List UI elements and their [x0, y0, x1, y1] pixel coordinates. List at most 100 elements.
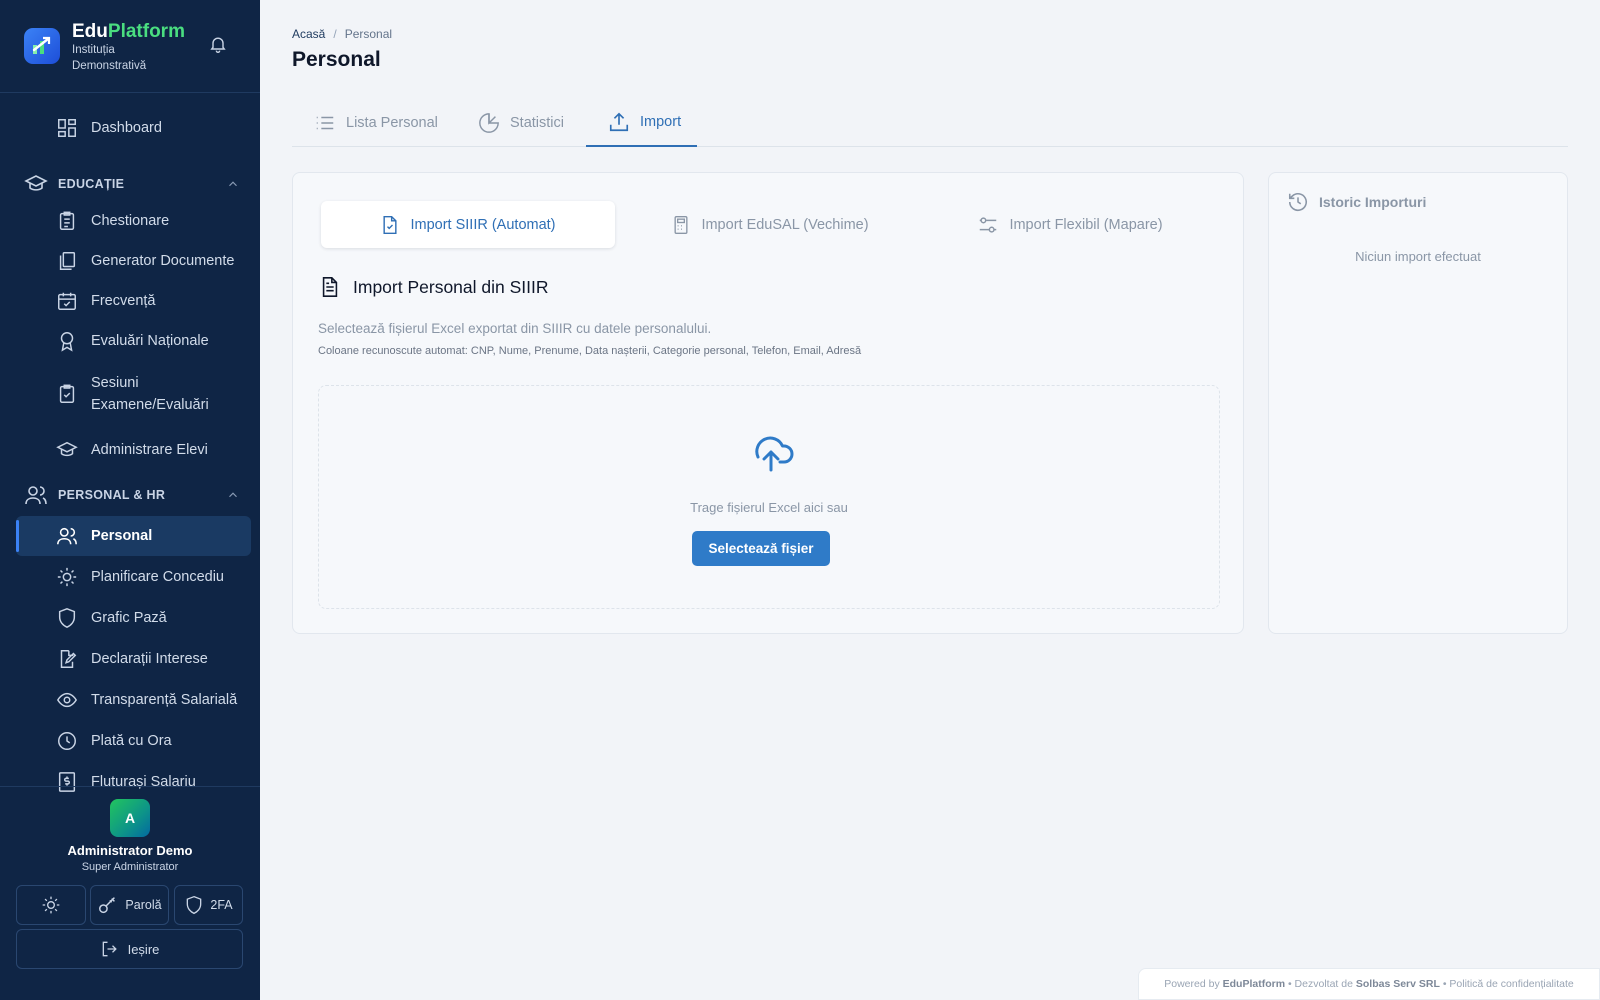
eye-icon [56, 692, 78, 708]
graduation-cap-icon [24, 175, 48, 191]
sidebar-item-declaratii-interese[interactable]: Declarații Interese [16, 639, 251, 679]
user-role: Super Administrator [81, 861, 179, 873]
user-panel: A Administrator Demo Super Administrator… [0, 786, 260, 1000]
subtab-label: Import SIIIR (Automat) [410, 216, 556, 233]
clipboard-icon [59, 211, 75, 230]
logout-button[interactable]: Ieșire [16, 929, 243, 969]
documents-icon [59, 252, 76, 270]
clipboard-check-icon [59, 384, 75, 403]
breadcrumb-home-link[interactable]: Acasă [292, 27, 325, 41]
dashboard-grid-icon [58, 119, 76, 137]
sun-icon [42, 896, 60, 914]
calendar-check-icon [58, 292, 76, 310]
import-history-card: Istoric Importuri Niciun import efectuat [1268, 172, 1568, 634]
sidebar-item-label: Dashboard [91, 120, 162, 136]
tab-label: Lista Personal [346, 115, 438, 131]
tab-bar: Lista Personal Statistici Import [292, 99, 1568, 147]
subtab-import-siiir[interactable]: Import SIIIR (Automat) [321, 201, 615, 248]
sidebar-item-label: Administrare Elevi [91, 442, 208, 458]
password-label: Parolă [125, 898, 162, 912]
sidebar-item-grafic-paza[interactable]: Grafic Pază [16, 598, 251, 638]
brand-name: EduPlatform [72, 21, 185, 42]
sidebar-item-dashboard[interactable]: Dashboard [16, 108, 251, 148]
sidebar-item-administrare-elevi[interactable]: Administrare Elevi [16, 430, 251, 470]
breadcrumb: Acasă / Personal [292, 27, 392, 41]
tab-lista-personal[interactable]: Lista Personal [314, 99, 444, 147]
page-title: Personal [292, 48, 381, 71]
users-icon [25, 486, 47, 505]
user-name: Administrator Demo [67, 843, 193, 858]
sidebar-item-generator-documente[interactable]: Generator Documente [16, 241, 251, 281]
subtab-import-flexibil[interactable]: Import Flexibil (Mapare) [923, 201, 1217, 248]
sidebar-item-label: Generator Documente [91, 253, 235, 269]
clock-icon [58, 732, 76, 750]
file-dropzone[interactable]: Trage fișierul Excel aici sau Selectează… [318, 385, 1220, 609]
recognized-columns-hint: Coloane recunoscute automat: CNP, Nume, … [318, 345, 862, 357]
import-description: Selectează fișierul Excel exportat din S… [318, 321, 712, 336]
logout-icon [102, 941, 117, 957]
section-label: PERSONAL & HR [58, 488, 166, 502]
subtab-import-edusal[interactable]: Import EduSAL (Vechime) [623, 201, 917, 248]
sidebar-section-education[interactable]: EDUCAȚIE [24, 169, 240, 199]
chevron-up-icon[interactable] [226, 177, 240, 191]
footer: Powered by EduPlatform • Dezvoltat de So… [1138, 968, 1600, 1000]
twofa-label: 2FA [210, 898, 233, 912]
sidebar-item-chestionare[interactable]: Chestionare [16, 201, 251, 241]
pie-chart-icon [479, 113, 499, 133]
sidebar-item-frecventa[interactable]: Frecvență [16, 281, 251, 321]
sidebar-item-planificare-concediu[interactable]: Planificare Concediu [16, 557, 251, 597]
shield-icon [58, 608, 76, 628]
brand-logo-icon[interactable] [24, 28, 60, 64]
footer-platform: EduPlatform [1222, 978, 1286, 990]
breadcrumb-current: Personal [344, 27, 393, 41]
sidebar-item-label: Personal [91, 528, 153, 544]
avatar[interactable]: A [110, 799, 150, 837]
sidebar-item-personal[interactable]: Personal [16, 516, 251, 556]
sidebar-item-label: Evaluări Naționale [91, 333, 209, 349]
import-title-text: Import Personal din SIIIR [353, 276, 549, 297]
edit-document-icon [60, 650, 77, 668]
subtab-label: Import Flexibil (Mapare) [1009, 216, 1163, 233]
sidebar-item-plata-cu-ora[interactable]: Plată cu Ora [16, 721, 251, 761]
footer-powered: Powered by [1164, 978, 1220, 990]
breadcrumb-separator: / [333, 27, 337, 41]
brand-header: EduPlatform Instituția Demonstrativă [0, 0, 260, 93]
sidebar-item-label: Transparență Salarială [91, 692, 238, 708]
sidebar-item-label: Sesiuni Examene/Evaluări [91, 375, 209, 413]
history-icon [1288, 193, 1308, 211]
sun-icon [57, 567, 77, 587]
sidebar-item-sesiuni-examene[interactable]: Sesiuni Examene/Evaluări [16, 370, 251, 418]
chevron-up-icon[interactable] [226, 488, 240, 502]
calculator-icon [674, 215, 688, 234]
tab-statistici[interactable]: Statistici [478, 99, 578, 147]
import-card: Import SIIIR (Automat) Import EduSAL (Ve… [292, 172, 1244, 634]
password-button[interactable]: Parolă [90, 885, 169, 925]
document-text-icon [322, 277, 338, 297]
sidebar-section-personal-hr[interactable]: PERSONAL & HR [24, 480, 240, 510]
sidebar-item-transparenta-salariala[interactable]: Transparență Salarială [16, 680, 251, 720]
sidebar: EduPlatform Instituția Demonstrativă Das… [0, 0, 260, 1000]
sidebar-item-label: Declarații Interese [91, 651, 208, 667]
section-label: EDUCAȚIE [58, 177, 125, 191]
sidebar-item-label: Plată cu Ora [91, 733, 172, 749]
import-card-title: Import Personal din SIIIR [319, 275, 549, 299]
history-title-text: Istoric Importuri [1319, 194, 1427, 210]
sidebar-item-label: Grafic Pază [91, 610, 167, 626]
tab-label: Statistici [510, 115, 564, 131]
logout-label: Ieșire [127, 941, 160, 957]
tab-import[interactable]: Import [586, 99, 697, 147]
sidebar-item-evaluari-nationale[interactable]: Evaluări Naționale [16, 321, 251, 361]
select-file-button[interactable]: Selectează fișier [692, 531, 830, 566]
graduation-cap-icon [56, 441, 78, 457]
theme-toggle-button[interactable] [16, 885, 86, 925]
file-check-icon [383, 215, 398, 234]
institution-name: Instituția Demonstrativă [72, 44, 147, 72]
privacy-policy-link[interactable]: • Politică de confidențialitate [1443, 978, 1574, 990]
upload-icon [609, 112, 629, 132]
sidebar-item-label: Planificare Concediu [91, 569, 224, 585]
notifications-bell-icon[interactable] [208, 34, 228, 54]
sidebar-item-label: Frecvență [91, 293, 156, 309]
twofa-button[interactable]: 2FA [174, 885, 243, 925]
award-icon [60, 332, 74, 352]
users-icon [57, 527, 77, 545]
